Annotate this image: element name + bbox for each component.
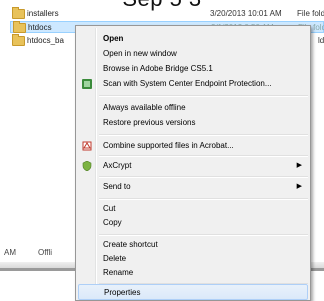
context-menu: Open Open in new window Browse in Adobe … bbox=[75, 25, 311, 301]
menu-separator bbox=[99, 198, 308, 200]
folder-icon bbox=[13, 21, 26, 33]
menu-item-label: Open in new window bbox=[103, 49, 177, 58]
menu-item-label: Combine supported files in Acrobat... bbox=[103, 141, 234, 150]
menu-separator bbox=[99, 134, 308, 136]
submenu-arrow-icon: ▶ bbox=[296, 183, 302, 190]
status-time: AM bbox=[4, 248, 16, 257]
menu-item-label: Open bbox=[103, 34, 124, 43]
submenu-arrow-icon: ▶ bbox=[296, 162, 302, 169]
menu-item-browse-bridge[interactable]: Browse in Adobe Bridge CS5.1 bbox=[78, 61, 308, 77]
file-type: File folde bbox=[297, 9, 324, 18]
menu-separator bbox=[99, 155, 308, 157]
file-type: lde bbox=[318, 36, 324, 45]
status-offline: Offli bbox=[38, 248, 53, 257]
menu-item-restore-versions[interactable]: Restore previous versions bbox=[78, 115, 308, 131]
menu-item-label: Restore previous versions bbox=[103, 118, 196, 127]
folder-icon bbox=[12, 34, 25, 46]
menu-item-label: Always available offline bbox=[103, 103, 186, 112]
menu-separator bbox=[99, 234, 308, 236]
menu-item-open[interactable]: Open bbox=[78, 31, 308, 47]
menu-item-combine-acrobat[interactable]: Combine supported files in Acrobat... bbox=[78, 138, 308, 154]
menu-item-always-offline[interactable]: Always available offline bbox=[78, 100, 308, 116]
menu-item-copy[interactable]: Copy bbox=[78, 215, 308, 231]
file-row-installers[interactable]: installers 3/20/2013 10:01 AM File folde bbox=[10, 7, 324, 20]
menu-item-scan-endpoint[interactable]: Scan with System Center Endpoint Protect… bbox=[78, 76, 308, 92]
file-date: 3/20/2013 10:01 AM bbox=[210, 9, 282, 18]
file-name: htdocs_ba bbox=[27, 36, 64, 45]
acrobat-icon bbox=[82, 141, 92, 151]
endpoint-protection-icon bbox=[82, 79, 92, 89]
menu-item-send-to[interactable]: Send to ▶ bbox=[78, 179, 308, 195]
menu-item-label: AxCrypt bbox=[103, 161, 132, 170]
menu-item-label: Send to bbox=[103, 182, 131, 191]
menu-item-axcrypt[interactable]: AxCrypt ▶ bbox=[78, 158, 308, 174]
menu-separator bbox=[99, 95, 308, 97]
folder-icon bbox=[12, 7, 25, 19]
file-name: installers bbox=[27, 9, 59, 18]
menu-item-properties[interactable]: Properties bbox=[78, 284, 308, 300]
menu-item-label: Rename bbox=[103, 268, 134, 277]
menu-separator bbox=[99, 176, 308, 178]
menu-item-rename[interactable]: Rename bbox=[78, 265, 308, 281]
menu-item-label: Copy bbox=[103, 218, 122, 227]
menu-item-open-new-window[interactable]: Open in new window bbox=[78, 46, 308, 62]
file-name: htdocs bbox=[28, 23, 52, 32]
menu-item-label: Scan with System Center Endpoint Protect… bbox=[103, 79, 272, 88]
menu-item-label: Browse in Adobe Bridge CS5.1 bbox=[103, 64, 213, 73]
axcrypt-shield-icon bbox=[82, 160, 92, 172]
